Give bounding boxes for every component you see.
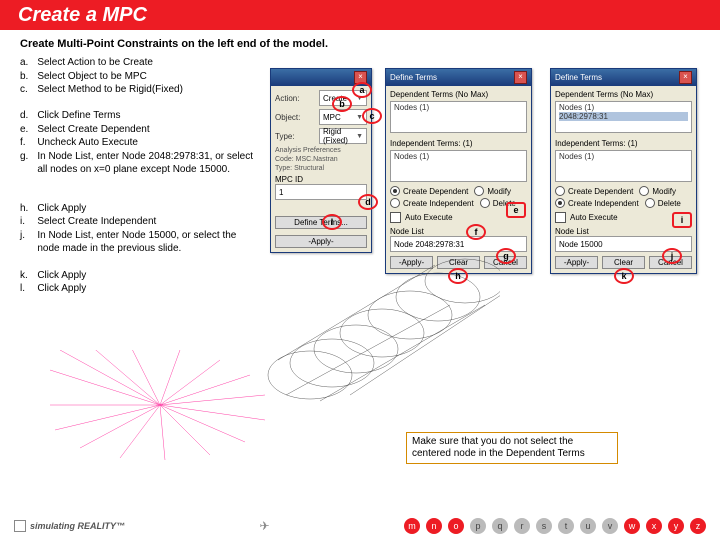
step-letter: h. (20, 202, 37, 216)
model-wireframe (260, 215, 500, 425)
indep-list[interactable]: Nodes (1) (555, 150, 692, 182)
step-letter: g. (20, 150, 37, 202)
dep-list[interactable]: Nodes (1) (390, 101, 527, 133)
analysis-code: Code: MSC.Nastran (275, 156, 367, 165)
constraint-fan (50, 350, 270, 460)
auto-execute-label: Auto Execute (570, 213, 618, 222)
create-independent-radio[interactable]: Create Independent (555, 198, 639, 208)
marker-a: a (352, 82, 372, 98)
analysis-typedef: Type: Structural (275, 165, 367, 174)
step-text: Click Apply (37, 202, 260, 216)
mpcid-input[interactable]: 1 (275, 184, 367, 200)
step-letter: i. (20, 215, 37, 229)
footer: simulating REALITY™ ✈ mnopqrstuvwxyz (0, 512, 720, 540)
define-terms-indep-dialog: Define Terms × Dependent Terms (No Max) N… (550, 68, 697, 274)
marker-b: b (332, 96, 352, 112)
indep-header: Independent Terms: (1) (390, 139, 527, 148)
step-text: Select Object to be MPC (37, 70, 260, 84)
nav-circle-z[interactable]: z (690, 518, 706, 534)
step-text: Select Create Independent (37, 215, 260, 229)
title-bar: Create a MPC (0, 0, 720, 30)
step-text: Uncheck Auto Execute (37, 136, 260, 150)
step-letter: l. (20, 282, 37, 296)
dep-header: Dependent Terms (No Max) (555, 90, 692, 99)
close-icon[interactable]: × (679, 71, 692, 84)
dialog-title: Define Terms (555, 73, 602, 82)
step-text: Select Method to be Rigid(Fixed) (37, 83, 260, 109)
step-letter: f. (20, 136, 37, 150)
mpcid-label: MPC ID (275, 175, 367, 184)
nav-circle-r[interactable]: r (514, 518, 530, 534)
marker-k: k (614, 268, 634, 284)
plane-icon: ✈ (259, 519, 269, 533)
footer-nav: mnopqrstuvwxyz (404, 518, 706, 534)
dep-header: Dependent Terms (No Max) (390, 90, 527, 99)
nav-circle-n[interactable]: n (426, 518, 442, 534)
step-letter: b. (20, 70, 37, 84)
brand-text: simulating REALITY™ (30, 521, 125, 531)
node-list-label: Node List (555, 227, 692, 236)
create-independent-radio[interactable]: Create Independent (390, 198, 474, 208)
nav-circle-q[interactable]: q (492, 518, 508, 534)
modify-radio[interactable]: Modify (639, 186, 676, 196)
create-dependent-radio[interactable]: Create Dependent (390, 186, 468, 196)
nav-circle-o[interactable]: o (448, 518, 464, 534)
apply-indep-button[interactable]: -Apply- (555, 256, 598, 269)
auto-execute-checkbox[interactable] (555, 212, 566, 223)
step-letter: c. (20, 83, 37, 109)
step-letter: a. (20, 56, 37, 70)
nav-circle-p[interactable]: p (470, 518, 486, 534)
nav-circle-t[interactable]: t (558, 518, 574, 534)
close-icon[interactable]: × (514, 71, 527, 84)
dep-list[interactable]: Nodes (1) 2048:2978:31 (555, 101, 692, 133)
step-letter: e. (20, 123, 37, 137)
marker-e: e (506, 202, 526, 218)
page-subtitle: Create Multi-Point Constraints on the le… (20, 38, 700, 50)
modify-radio[interactable]: Modify (474, 186, 511, 196)
step-text: In Node List, enter Node 15000, or selec… (37, 229, 260, 269)
page-title: Create a MPC (18, 4, 147, 27)
nav-circle-x[interactable]: x (646, 518, 662, 534)
label-action: Action: (275, 94, 315, 103)
marker-j: j (662, 248, 682, 264)
nav-circle-m[interactable]: m (404, 518, 420, 534)
nav-circle-v[interactable]: v (602, 518, 618, 534)
step-text: In Node List, enter Node 2048:2978:31, o… (37, 150, 260, 202)
nav-circle-w[interactable]: w (624, 518, 640, 534)
indep-header: Independent Terms: (1) (555, 139, 692, 148)
nav-circle-u[interactable]: u (580, 518, 596, 534)
type-select[interactable]: Rigid (Fixed)▼ (319, 128, 367, 144)
note-box: Make sure that you do not select the cen… (406, 432, 618, 464)
brand-mark-icon (14, 520, 26, 532)
step-letter: j. (20, 229, 37, 269)
step-text: Select Create Dependent (37, 123, 260, 137)
marker-c: c (362, 108, 382, 124)
dialog-title: Define Terms (390, 73, 437, 82)
create-dependent-radio[interactable]: Create Dependent (555, 186, 633, 196)
step-text: Select Action to be Create (37, 56, 260, 70)
nav-circle-y[interactable]: y (668, 518, 684, 534)
analysis-preferences: Analysis Preferences (275, 147, 367, 156)
marker-d: d (358, 194, 378, 210)
step-text: Click Define Terms (37, 109, 260, 123)
label-type: Type: (275, 132, 315, 141)
delete-radio[interactable]: Delete (645, 198, 681, 208)
steps-panel: a. b. c. d. e. f. g. h. i. j. k. l. Sele… (20, 56, 260, 296)
marker-i: i (672, 212, 692, 228)
nav-circle-s[interactable]: s (536, 518, 552, 534)
step-letter: k. (20, 269, 37, 283)
step-text: Click Apply (37, 269, 260, 283)
indep-list[interactable]: Nodes (1) (390, 150, 527, 182)
step-letter: d. (20, 109, 37, 123)
label-object: Object: (275, 113, 315, 122)
step-text: Click Apply (37, 282, 260, 296)
